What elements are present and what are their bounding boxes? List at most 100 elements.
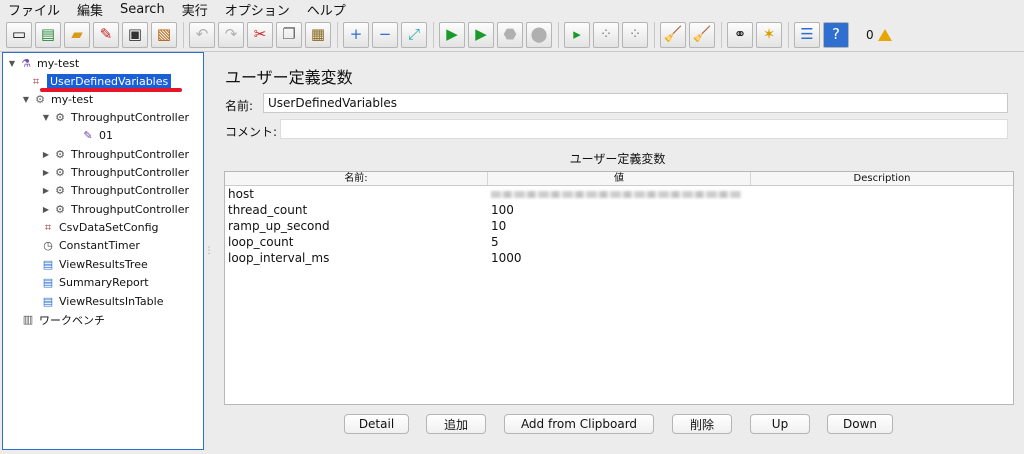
cell-name[interactable]: host bbox=[225, 187, 488, 201]
toolbar-separator bbox=[788, 21, 789, 48]
tree-node-constant-timer[interactable]: ◷ ConstantTimer bbox=[41, 237, 140, 254]
remote-start-icon[interactable]: ▸ bbox=[564, 21, 590, 48]
column-header-description[interactable]: Description bbox=[751, 172, 1013, 185]
cell-value[interactable]: 5 bbox=[488, 235, 751, 249]
expand-toggle-icon[interactable]: ▼ bbox=[7, 59, 17, 68]
copy-icon[interactable]: ❐ bbox=[276, 21, 302, 48]
cell-value[interactable] bbox=[488, 187, 751, 201]
help-icon[interactable]: ? bbox=[823, 21, 849, 48]
cell-name[interactable]: ramp_up_second bbox=[225, 219, 488, 233]
start-icon[interactable]: ▶ bbox=[439, 21, 465, 48]
stop-icon[interactable]: ⬣ bbox=[497, 21, 523, 48]
collapse-icon[interactable]: − bbox=[372, 21, 398, 48]
toolbar-separator bbox=[337, 21, 338, 48]
shutdown-icon[interactable]: ⬤ bbox=[526, 21, 552, 48]
tree-node-threadgroup[interactable]: ▼ ⚙ my-test bbox=[21, 91, 93, 108]
table-row[interactable]: thread_count 100 bbox=[225, 202, 1013, 218]
menu-run[interactable]: 実行 bbox=[174, 0, 217, 19]
tree-node-throughput-controller[interactable]: ▶ ⚙ ThroughputController bbox=[41, 146, 189, 163]
redo-icon[interactable]: ↷ bbox=[218, 21, 244, 48]
tree-node-label: ViewResultsInTable bbox=[59, 295, 164, 308]
tree-node-workbench[interactable]: ▥ ワークベンチ bbox=[21, 311, 105, 328]
variables-table[interactable]: 名前: 値 Description host thread_count 100 … bbox=[224, 171, 1014, 405]
table-row[interactable]: loop_count 5 bbox=[225, 234, 1013, 250]
table-row[interactable]: loop_interval_ms 1000 bbox=[225, 250, 1013, 266]
tree-node-view-results-tree[interactable]: ▤ ViewResultsTree bbox=[41, 256, 148, 273]
clear-icon[interactable]: 🧹 bbox=[660, 21, 686, 48]
error-count: 0 bbox=[866, 27, 874, 42]
tree-node-throughput-controller[interactable]: ▶ ⚙ ThroughputController bbox=[41, 164, 189, 181]
expand-toggle-icon[interactable]: ▶ bbox=[41, 186, 51, 195]
cut-icon[interactable]: ✂ bbox=[247, 21, 273, 48]
column-header-value[interactable]: 値 bbox=[488, 172, 751, 185]
expand-toggle-icon[interactable]: ▼ bbox=[41, 113, 51, 122]
expand-toggle-icon[interactable]: ▶ bbox=[41, 168, 51, 177]
search-icon[interactable]: ⚭ bbox=[727, 21, 753, 48]
table-row[interactable]: host bbox=[225, 186, 1013, 202]
tree-node-throughput-controller[interactable]: ▶ ⚙ ThroughputController bbox=[41, 201, 189, 218]
open-icon[interactable]: ▰ bbox=[64, 21, 90, 48]
paste-icon[interactable]: ▦ bbox=[305, 21, 331, 48]
menu-options[interactable]: オプション bbox=[217, 0, 299, 19]
detail-button[interactable]: Detail bbox=[344, 414, 409, 434]
workbench-icon: ▥ bbox=[22, 313, 34, 326]
controller-icon: ⚙ bbox=[55, 111, 65, 124]
controller-icon: ⚙ bbox=[55, 184, 65, 197]
split-pane-divider[interactable]: ⋮ bbox=[205, 52, 214, 450]
save-icon[interactable]: ▣ bbox=[122, 21, 148, 48]
toolbar-separator bbox=[721, 21, 722, 48]
tree-node-throughput-controller[interactable]: ▶ ⚙ ThroughputController bbox=[41, 182, 189, 199]
expand-icon[interactable]: + bbox=[343, 21, 369, 48]
table-row[interactable]: ramp_up_second 10 bbox=[225, 218, 1013, 234]
test-plan-tree[interactable]: ▼ ⚗ my-test ⌗ UserDefinedVariables ▼ ⚙ m… bbox=[2, 52, 204, 450]
config-icon: ⌗ bbox=[32, 74, 40, 88]
add-from-clipboard-button[interactable]: Add from Clipboard bbox=[504, 414, 654, 434]
cell-value[interactable]: 100 bbox=[488, 203, 751, 217]
tree-node-label: ConstantTimer bbox=[59, 239, 140, 252]
undo-icon[interactable]: ↶ bbox=[189, 21, 215, 48]
comment-field[interactable] bbox=[280, 119, 1008, 139]
expand-toggle-icon[interactable]: ▶ bbox=[41, 150, 51, 159]
menu-edit[interactable]: 編集 bbox=[69, 0, 112, 19]
tree-node-summary-report[interactable]: ▤ SummaryReport bbox=[41, 274, 149, 291]
remote-stop-icon[interactable]: ⁘ bbox=[593, 21, 619, 48]
menu-file[interactable]: ファイル bbox=[0, 0, 69, 19]
function-helper-icon[interactable]: ☰ bbox=[794, 21, 820, 48]
new-icon[interactable]: ▭ bbox=[6, 21, 32, 48]
add-button[interactable]: 追加 bbox=[426, 414, 486, 434]
up-button[interactable]: Up bbox=[750, 414, 810, 434]
toolbar: ▭ ▤ ▰ ✎ ▣ ▧ ↶ ↷ ✂ ❐ ▦ + − ⤢ ▶ ▶ ⬣ ⬤ ▸ ⁘ … bbox=[0, 18, 1024, 52]
expand-toggle-icon[interactable]: ▼ bbox=[21, 95, 31, 104]
name-field[interactable]: UserDefinedVariables bbox=[263, 93, 1008, 113]
cell-name[interactable]: loop_count bbox=[225, 235, 488, 249]
column-header-name[interactable]: 名前: bbox=[225, 172, 488, 185]
menu-help[interactable]: ヘルプ bbox=[299, 0, 355, 19]
tree-node-view-results-in-table[interactable]: ▤ ViewResultsInTable bbox=[41, 293, 164, 310]
tree-node-sampler[interactable]: ✎ 01 bbox=[81, 127, 113, 144]
user-defined-variables-panel: ユーザー定義変数 名前: UserDefinedVariables コメント: … bbox=[213, 52, 1022, 450]
error-counter[interactable]: 0 bbox=[866, 28, 892, 42]
close-icon[interactable]: ✎ bbox=[93, 21, 119, 48]
tree-node-throughput-controller[interactable]: ▼ ⚙ ThroughputController bbox=[41, 109, 189, 126]
cell-value[interactable]: 10 bbox=[488, 219, 751, 233]
cell-name[interactable]: thread_count bbox=[225, 203, 488, 217]
tree-node-csv-data-set-config[interactable]: ⌗ CsvDataSetConfig bbox=[41, 219, 159, 236]
save-as-icon[interactable]: ▧ bbox=[151, 21, 177, 48]
tree-node-testplan[interactable]: ▼ ⚗ my-test bbox=[7, 55, 79, 72]
cell-value[interactable]: 1000 bbox=[488, 251, 751, 265]
toggle-icon[interactable]: ⤢ bbox=[401, 21, 427, 48]
tree-node-label: ThroughputController bbox=[71, 166, 190, 179]
clear-all-icon[interactable]: 🧹 bbox=[689, 21, 715, 48]
menu-search[interactable]: Search bbox=[112, 2, 174, 17]
cell-name[interactable]: loop_interval_ms bbox=[225, 251, 488, 265]
delete-button[interactable]: 削除 bbox=[672, 414, 732, 434]
reset-search-icon[interactable]: ✶ bbox=[756, 21, 782, 48]
controller-icon: ⚙ bbox=[55, 166, 65, 179]
down-button[interactable]: Down bbox=[827, 414, 893, 434]
expand-toggle-icon[interactable]: ▶ bbox=[41, 205, 51, 214]
templates-icon[interactable]: ▤ bbox=[35, 21, 61, 48]
comment-label: コメント: bbox=[225, 125, 278, 139]
start-no-pause-icon[interactable]: ▶ bbox=[468, 21, 494, 48]
listener-icon: ▤ bbox=[42, 258, 54, 271]
remote-shutdown-icon[interactable]: ⁘ bbox=[622, 21, 648, 48]
